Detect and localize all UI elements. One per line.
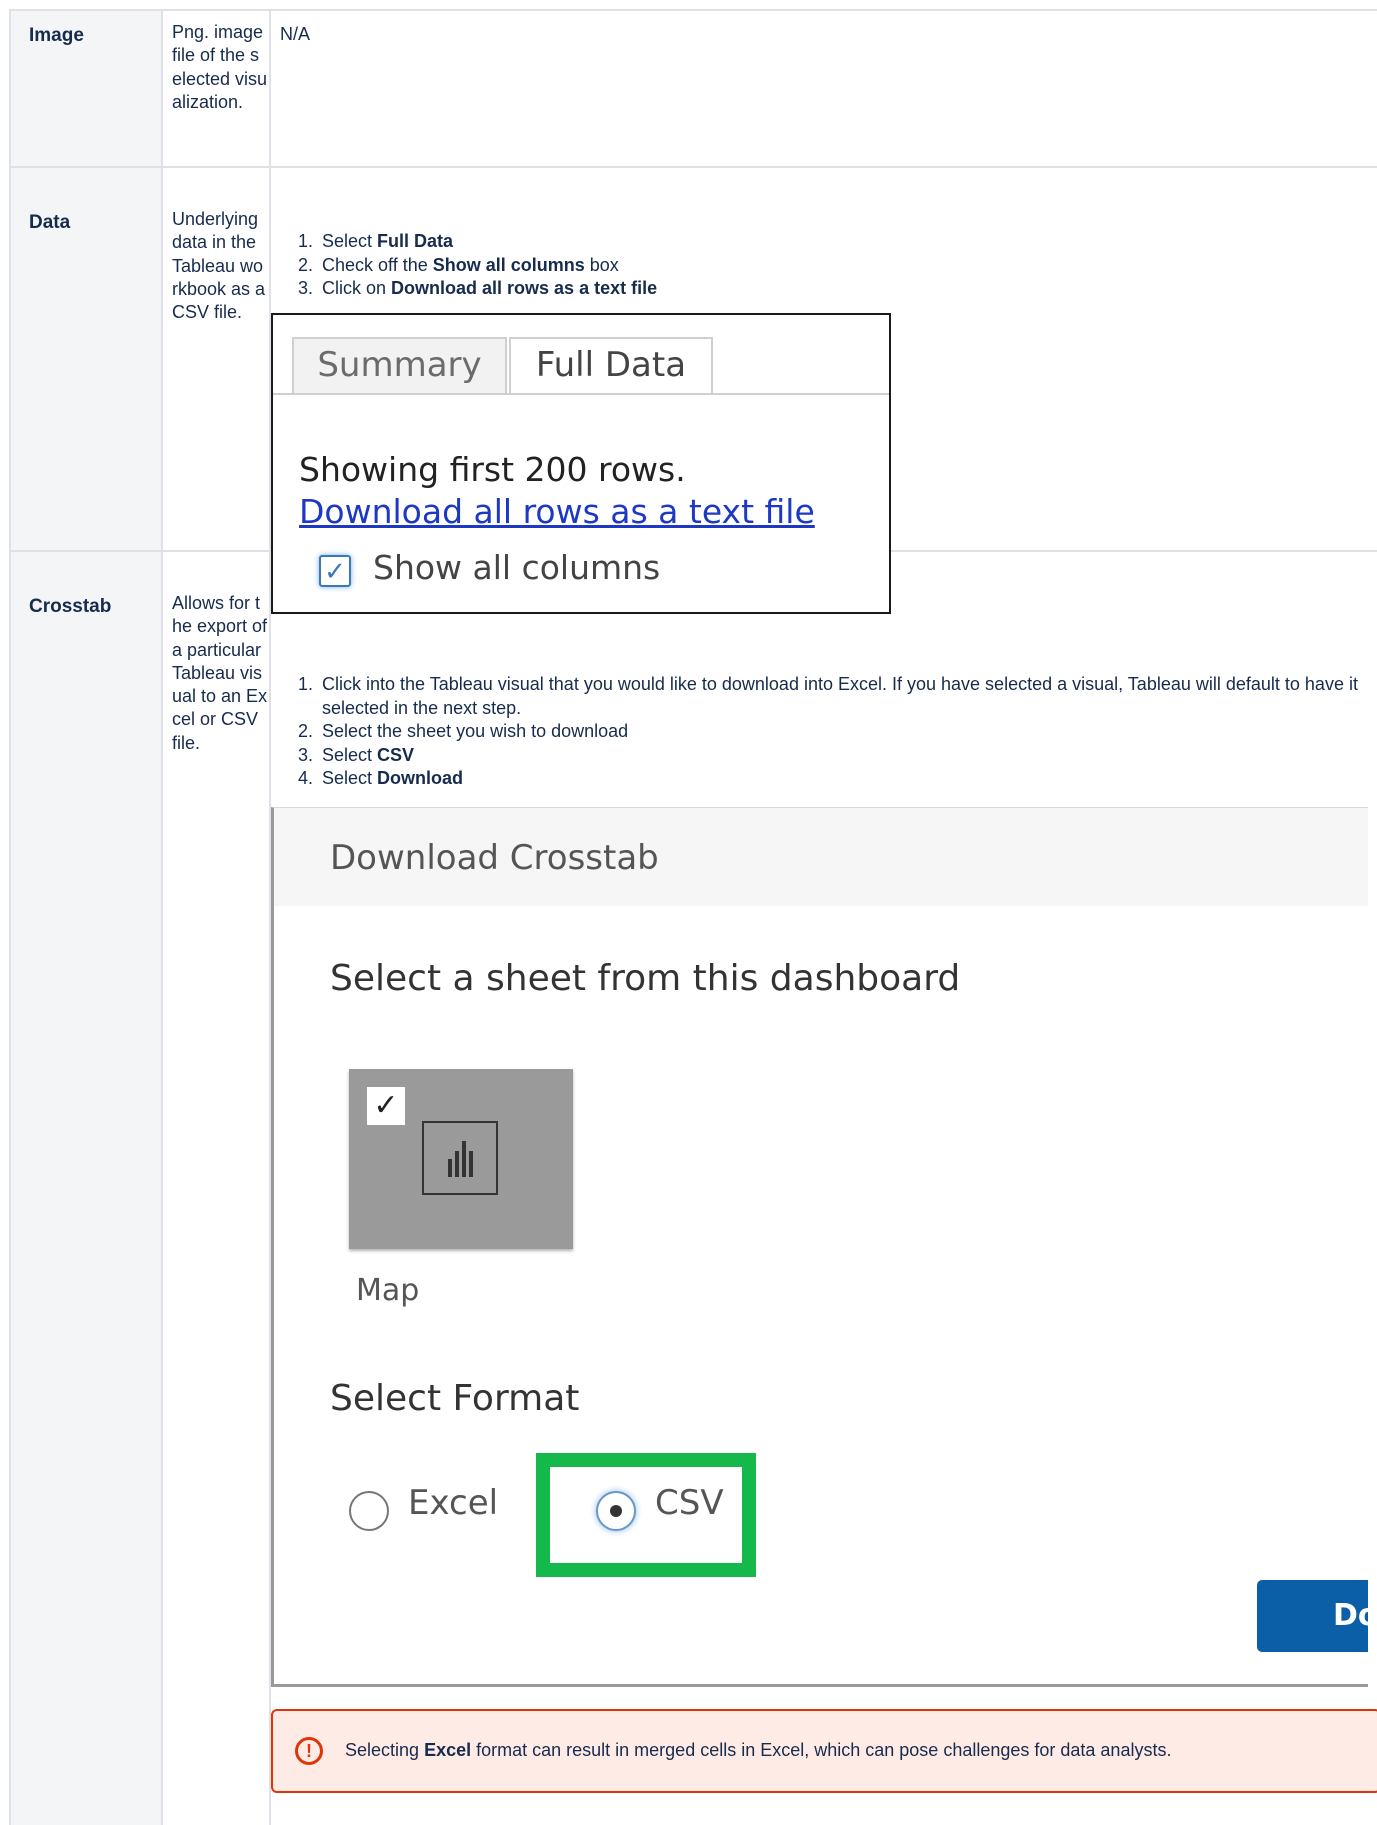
warning-panel: ! Selecting Excel format can result in m… (271, 1709, 1377, 1793)
checkmark-icon: ✓ (373, 1089, 399, 1122)
sheet-thumbnail-map[interactable]: ✓ (349, 1069, 573, 1249)
format-prompt: Select Format (330, 1378, 580, 1419)
show-all-columns-label: Show all columns (373, 548, 661, 587)
download-all-rows-link[interactable]: Download all rows as a text file (299, 492, 815, 531)
row-header-image: Image (29, 25, 84, 46)
tab-full-data[interactable]: Full Data (509, 337, 713, 393)
table-border (9, 9, 1377, 11)
list-item: Click on Download all rows as a text fil… (318, 277, 657, 301)
csv-radio[interactable] (596, 1491, 636, 1531)
showing-rows-text: Showing first 200 rows. (299, 450, 686, 489)
row-details-image: N/A (280, 24, 311, 44)
list-item: Select Download (318, 767, 1377, 791)
dialog-title: Download Crosstab (330, 838, 659, 878)
tab-divider (273, 393, 889, 395)
table-border (9, 9, 11, 1825)
row-description-image: Png. image file of the selected visualiz… (172, 22, 268, 112)
row-header-cell (9, 552, 161, 1825)
data-steps-list: Select Full Data Check off the Show all … (280, 230, 657, 301)
download-button[interactable]: Download (1257, 1580, 1368, 1652)
checkmark-icon: ✓ (324, 556, 346, 586)
list-item: Check off the Show all columns box (318, 254, 657, 278)
row-description-crosstab: Allows for the export of a particular Ta… (172, 593, 268, 753)
full-data-screenshot: Summary Full Data Showing first 200 rows… (271, 313, 891, 614)
sheet-prompt: Select a sheet from this dashboard (330, 958, 961, 999)
table-border (161, 9, 163, 1825)
crosstab-steps-list: Click into the Tableau visual that you w… (280, 673, 1377, 791)
list-item: Select CSV (318, 744, 1377, 768)
excel-label: Excel (408, 1483, 499, 1523)
list-item: Click into the Tableau visual that you w… (318, 673, 1377, 720)
list-item: Select Full Data (318, 230, 657, 254)
tab-summary[interactable]: Summary (292, 337, 507, 393)
warning-icon: ! (295, 1737, 323, 1765)
row-header-data: Data (29, 212, 71, 233)
show-all-columns-checkbox[interactable]: ✓ (319, 555, 351, 587)
row-description-data: Underlying data in the Tableau workbook … (172, 209, 266, 323)
excel-radio[interactable] (349, 1491, 389, 1531)
list-item: Select the sheet you wish to download (318, 720, 1377, 744)
download-crosstab-dialog: Download Crosstab Select a sheet from th… (271, 807, 1368, 1687)
row-header-crosstab: Crosstab (29, 596, 112, 617)
csv-label: CSV (655, 1483, 724, 1523)
bar-chart-icon (422, 1121, 498, 1195)
table-border (9, 166, 1377, 168)
dialog-header: Download Crosstab (274, 808, 1368, 906)
radio-selected-dot (610, 1505, 622, 1517)
warning-text: Selecting Excel format can result in mer… (345, 1740, 1172, 1760)
sheet-checkbox[interactable]: ✓ (367, 1087, 405, 1125)
sheet-name-label: Map (356, 1273, 420, 1308)
